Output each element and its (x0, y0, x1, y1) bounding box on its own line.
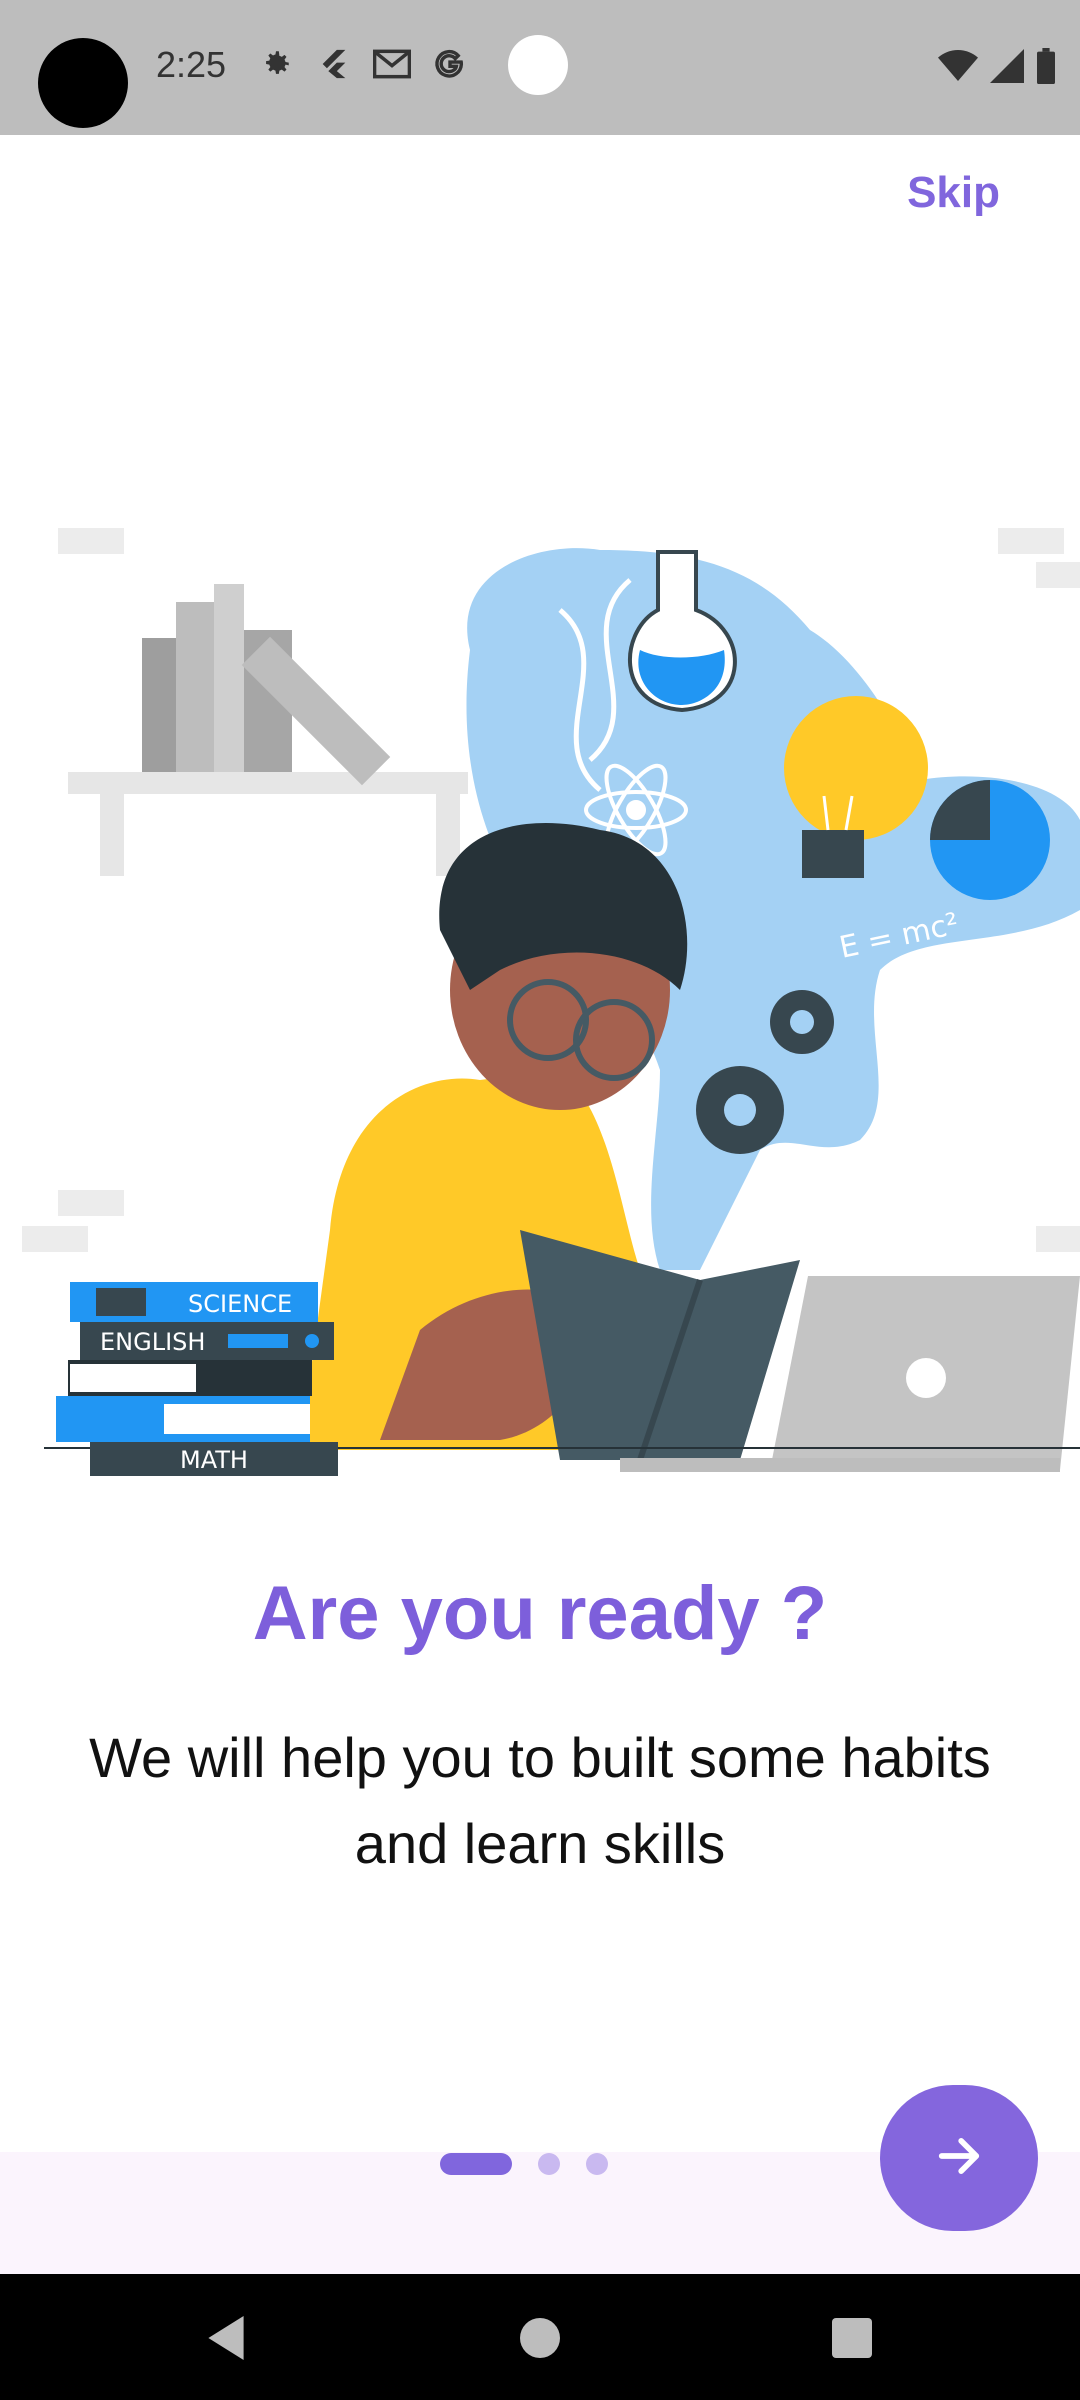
recents-icon[interactable] (832, 2318, 872, 2358)
wifi-icon (938, 49, 978, 88)
flutter-icon (314, 44, 354, 84)
camera-cutout (38, 38, 128, 128)
gear-icon (256, 44, 296, 84)
gmail-icon (372, 44, 412, 84)
page-dot-active (440, 2153, 512, 2175)
notification-dot (508, 35, 568, 95)
notification-icons (256, 44, 470, 84)
google-icon (430, 44, 470, 84)
page-subtitle: We will help you to built some habits an… (89, 1726, 991, 1875)
page-dot (538, 2153, 560, 2175)
system-icons (938, 48, 1056, 89)
book-label-english: ENGLISH (100, 1328, 205, 1356)
battery-icon (1036, 48, 1056, 89)
status-bar: 2:25 (0, 0, 1080, 135)
page-title: Are you ready ? (252, 1571, 828, 1656)
home-icon[interactable] (520, 2318, 560, 2358)
skip-button[interactable]: Skip (907, 168, 1000, 218)
next-button[interactable] (880, 2085, 1038, 2231)
book-label-math: MATH (180, 1446, 248, 1474)
book-label-science: SCIENCE (188, 1290, 292, 1318)
arrow-right-icon (933, 2130, 985, 2187)
signal-icon (990, 49, 1024, 88)
status-time: 2:25 (156, 44, 227, 85)
navigation-bar (0, 2274, 1080, 2400)
back-icon[interactable] (204, 2316, 248, 2365)
onboarding-illustration: E = mc² SCIENCE ENGLISH MATH (0, 510, 1080, 1490)
page-indicator (440, 2152, 608, 2176)
page-dot (586, 2153, 608, 2175)
